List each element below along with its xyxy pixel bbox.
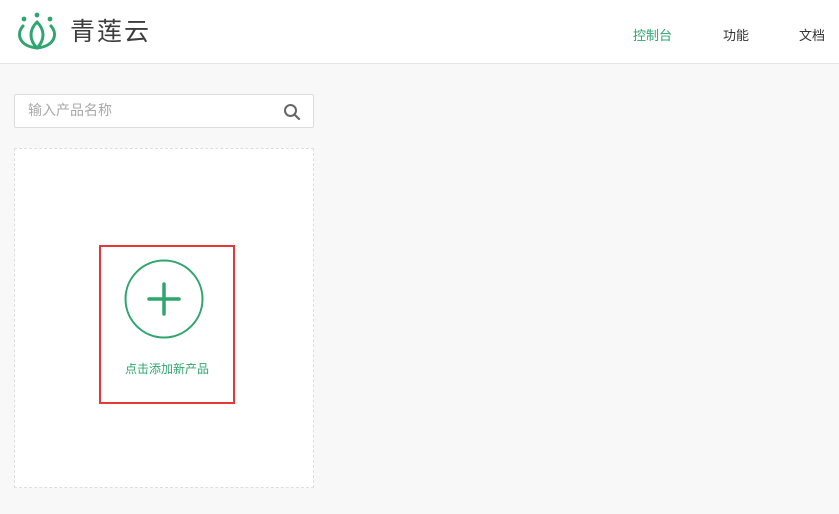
plus-circle-icon: [124, 259, 204, 339]
logo[interactable]: 青莲云: [13, 12, 151, 52]
search-input[interactable]: [15, 95, 275, 127]
add-product-button[interactable]: 点击添加新产品: [99, 245, 235, 404]
add-product-label: 点击添加新产品: [124, 362, 209, 376]
nav-item-docs[interactable]: 文档: [799, 28, 825, 46]
top-header: 青莲云 控制台 功能 文档: [0, 0, 839, 64]
app-name: 青莲云: [70, 17, 152, 46]
search-box: [14, 94, 314, 128]
nav-item-features[interactable]: 功能: [723, 28, 749, 46]
lotus-icon: [13, 12, 61, 52]
search-icon[interactable]: [283, 103, 301, 121]
nav-item-console[interactable]: 控制台: [633, 28, 672, 46]
